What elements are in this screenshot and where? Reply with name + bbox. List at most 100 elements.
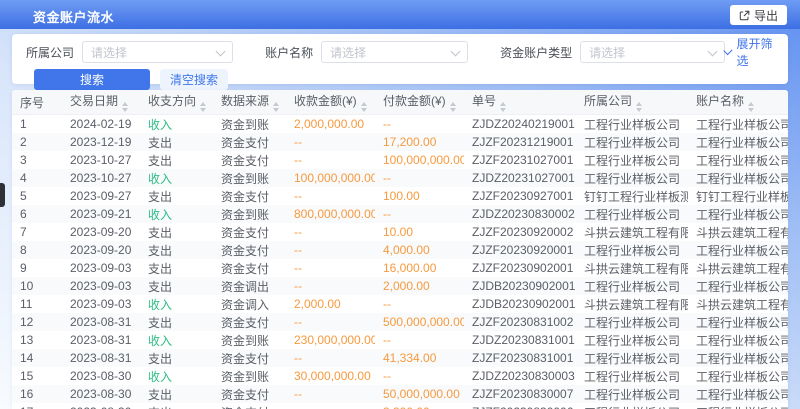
table-row: 10 2023-09-03 支出 资金调出 -- 2,000.00 ZJDB20… — [12, 277, 788, 295]
cell-order-number: ZJDZ20240219001 — [464, 115, 576, 134]
account-type-filter-label: 资金账户类型 — [500, 44, 572, 61]
cell-transaction-date: 2023-09-20 — [62, 223, 140, 241]
cell-data-source: 资金调出 — [213, 277, 286, 295]
top-bar: 资金账户流水 导出 — [0, 0, 800, 29]
cell-receipt-amount: -- — [286, 151, 375, 169]
cell-account-name: 工程行业样板公司 — [688, 205, 788, 223]
column-header[interactable]: 交易日期 — [62, 90, 140, 115]
sort-icon[interactable] — [200, 102, 206, 112]
sort-icon[interactable] — [273, 102, 279, 112]
cell-company: 工程行业样板公司 — [576, 277, 688, 295]
cell-account-name: 工程行业样板公司 — [688, 349, 788, 367]
export-button[interactable]: 导出 — [730, 5, 787, 25]
cell-data-source: 资金支付 — [213, 223, 286, 241]
cell-direction: 支出 — [140, 259, 213, 277]
cell-account-name: 工程行业样板公司 — [688, 331, 788, 349]
cell-index: 2 — [12, 133, 62, 151]
cell-transaction-date: 2023-08-30 — [62, 403, 140, 409]
cell-direction: 支出 — [140, 349, 213, 367]
cell-account-name: 工程行业样板公司 — [688, 403, 788, 409]
filter-actions-row: 搜索 清空搜索 — [26, 69, 774, 90]
table-row: 16 2023-08-30 支出 资金支付 -- 50,000,000.00 Z… — [12, 385, 788, 403]
table-body: 1 2024-02-19 收入 资金到账 2,000,000.00 -- ZJD… — [12, 115, 788, 409]
column-header[interactable]: 单号 — [464, 90, 576, 115]
cell-transaction-date: 2023-09-03 — [62, 259, 140, 277]
cell-order-number: ZJZF20230831002 — [464, 313, 576, 331]
cell-order-number: ZJZF20230927001 — [464, 187, 576, 205]
table-row: 4 2023-10-27 收入 资金到账 100,000,000.00 -- Z… — [12, 169, 788, 187]
cell-direction: 支出 — [140, 223, 213, 241]
cell-order-number: ZJDB20230902001 — [464, 295, 576, 313]
cell-direction: 支出 — [140, 313, 213, 331]
cell-data-source: 资金支付 — [213, 385, 286, 403]
cell-payment-amount: 50,000,000.00 — [375, 385, 464, 403]
column-header[interactable]: 所属公司 — [576, 90, 688, 115]
cell-payment-amount: -- — [375, 115, 464, 134]
cell-receipt-amount: 800,000,000.00 — [286, 205, 375, 223]
cell-index: 10 — [12, 277, 62, 295]
cell-order-number: ZJZF20230920001 — [464, 241, 576, 259]
cell-receipt-amount: 100,000,000.00 — [286, 169, 375, 187]
cell-direction: 支出 — [140, 277, 213, 295]
cell-account-name: 工程行业样板公司 — [688, 313, 788, 331]
column-header[interactable]: 收支方向 — [140, 90, 213, 115]
sort-icon[interactable] — [748, 102, 754, 112]
cell-company: 斗拱云建筑工程有限公司 — [576, 259, 688, 277]
cell-transaction-date: 2023-09-20 — [62, 241, 140, 259]
column-header-label: 数据来源 — [221, 94, 269, 108]
clear-search-button[interactable]: 清空搜索 — [160, 69, 228, 90]
table-row: 9 2023-09-03 支出 资金支付 -- 16,000.00 ZJZF20… — [12, 259, 788, 277]
cell-direction: 收入 — [140, 205, 213, 223]
cell-transaction-date: 2023-08-31 — [62, 313, 140, 331]
search-button[interactable]: 搜索 — [34, 69, 150, 90]
cell-transaction-date: 2023-09-21 — [62, 205, 140, 223]
cell-order-number: ZJDZ20230830003 — [464, 367, 576, 385]
cell-data-source: 资金到账 — [213, 367, 286, 385]
cell-direction: 支出 — [140, 133, 213, 151]
account-type-select[interactable]: 请选择 — [580, 41, 725, 63]
table-row: 17 2023-08-30 支出 资金支付 -- 3,300.00 ZJZF20… — [12, 403, 788, 409]
sort-icon[interactable] — [361, 102, 367, 112]
column-header-label: 付款金额(¥) — [383, 94, 446, 108]
cell-order-number: ZJZF20231027001 — [464, 151, 576, 169]
cell-direction: 支出 — [140, 187, 213, 205]
filter-panel: 所属公司 请选择 账户名称 请选择 资金账户类型 请选择 展开筛选 搜索 清空搜… — [12, 34, 788, 84]
column-header[interactable]: 付款金额(¥) — [375, 90, 464, 115]
sort-icon[interactable] — [450, 102, 456, 112]
sort-icon[interactable] — [500, 102, 506, 112]
cell-company: 工程行业样板公司 — [576, 115, 688, 134]
cell-transaction-date: 2023-10-27 — [62, 169, 140, 187]
cell-index: 11 — [12, 295, 62, 313]
cell-direction: 支出 — [140, 241, 213, 259]
cell-transaction-date: 2023-08-31 — [62, 331, 140, 349]
column-header[interactable]: 数据来源 — [213, 90, 286, 115]
cell-index: 4 — [12, 169, 62, 187]
cell-account-name: 工程行业样板公司 — [688, 385, 788, 403]
account-name-select[interactable]: 请选择 — [321, 41, 468, 63]
cell-transaction-date: 2023-09-27 — [62, 187, 140, 205]
cell-direction: 收入 — [140, 169, 213, 187]
table-header-row: 序号 交易日期 收支方向 数据来源 收款金额(¥) 付款金额(¥) 单号 所属公… — [12, 90, 788, 115]
cell-company: 工程行业样板公司 — [576, 403, 688, 409]
table-row: 7 2023-09-20 支出 资金支付 -- 10.00 ZJZF202309… — [12, 223, 788, 241]
sort-icon[interactable] — [122, 102, 128, 112]
table-row: 3 2023-10-27 支出 资金支付 -- 100,000,000.00 Z… — [12, 151, 788, 169]
cell-account-name: 斗拱云建筑工程有限公司 — [688, 295, 788, 313]
side-drawer-handle[interactable] — [0, 183, 5, 207]
cell-direction: 收入 — [140, 115, 213, 134]
cell-receipt-amount: -- — [286, 403, 375, 409]
transactions-table-card: 序号 交易日期 收支方向 数据来源 收款金额(¥) 付款金额(¥) 单号 所属公… — [12, 90, 788, 409]
cell-data-source: 资金支付 — [213, 403, 286, 409]
cell-order-number: ZJDB20230902001 — [464, 277, 576, 295]
column-header[interactable]: 账户名称 — [688, 90, 788, 115]
cell-account-name: 工程行业样板公司 — [688, 367, 788, 385]
sort-icon[interactable] — [636, 102, 642, 112]
cell-transaction-date: 2023-09-03 — [62, 295, 140, 313]
cell-index: 13 — [12, 331, 62, 349]
column-header[interactable]: 收款金额(¥) — [286, 90, 375, 115]
expand-filters-link[interactable]: 展开筛选 — [725, 35, 774, 69]
table-row: 5 2023-09-27 支出 资金支付 -- 100.00 ZJZF20230… — [12, 187, 788, 205]
cell-data-source: 资金支付 — [213, 241, 286, 259]
cell-data-source: 资金到账 — [213, 331, 286, 349]
company-select[interactable]: 请选择 — [82, 41, 233, 63]
